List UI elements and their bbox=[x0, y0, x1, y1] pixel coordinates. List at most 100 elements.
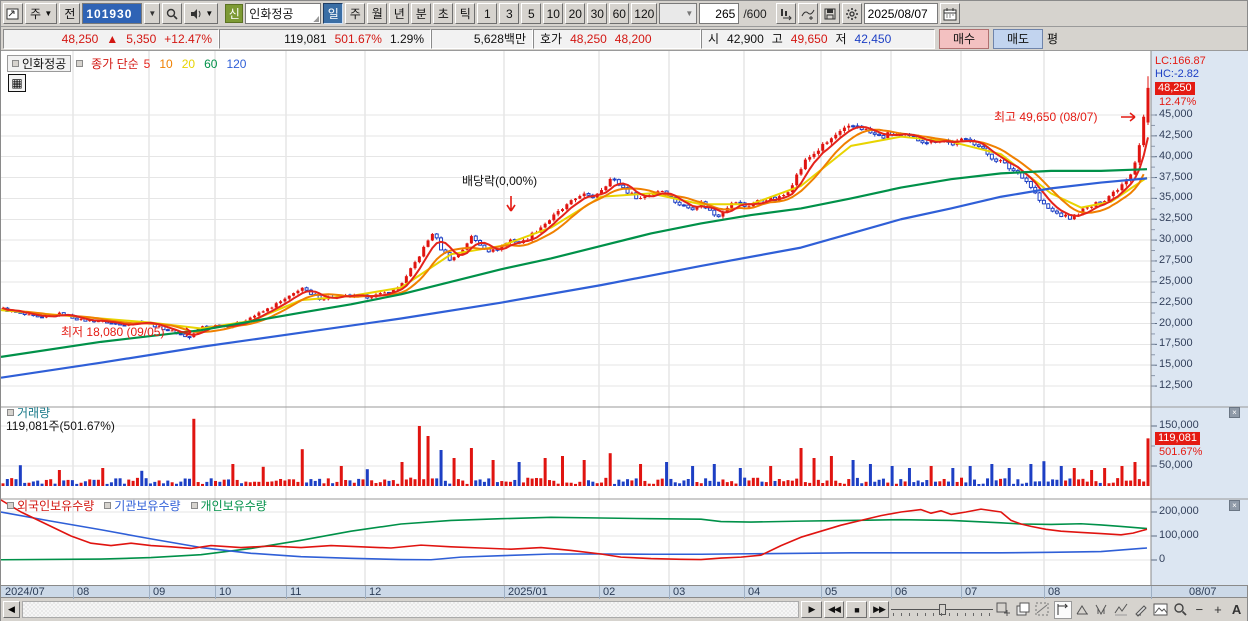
magnifier-icon[interactable] bbox=[1171, 601, 1189, 619]
axis-tick-label: 22,500 bbox=[1159, 295, 1193, 308]
holdings-legend-item[interactable]: 외국인보유수량 bbox=[7, 497, 94, 514]
minute-button[interactable]: 10 bbox=[543, 3, 564, 24]
stock-code-input[interactable]: 101930 bbox=[82, 3, 143, 24]
axis-tick-label: 150,000 bbox=[1159, 419, 1199, 431]
volume-cell: 119,081 501.67% 1.29% bbox=[219, 28, 431, 49]
font-size-button[interactable]: A bbox=[1228, 602, 1245, 617]
stop-button[interactable]: ■ bbox=[846, 601, 867, 618]
price-cell: 48,250 ▲ 5,350 +12.47% bbox=[3, 28, 219, 49]
turnover-ratio: 1.29% bbox=[389, 31, 424, 46]
minute-button[interactable]: 1 bbox=[477, 3, 498, 24]
zoom-in-button[interactable]: + bbox=[1210, 602, 1227, 617]
play-button[interactable]: ▶ bbox=[801, 601, 822, 618]
lc-value: LC:166.87 bbox=[1155, 55, 1206, 67]
ma-legend-item[interactable]: 120 bbox=[226, 57, 246, 71]
stock-name-field[interactable]: 인화정공 bbox=[245, 3, 322, 24]
bar-count-input[interactable]: 265 bbox=[699, 3, 740, 24]
holdings-pane-titles: 외국인보유수량 기관보유수량 개인보유수량 bbox=[7, 497, 267, 514]
ma-legend-item[interactable]: 5 bbox=[144, 57, 151, 71]
minute-button[interactable]: 20 bbox=[565, 3, 586, 24]
pen-tool-icon[interactable] bbox=[1132, 601, 1150, 619]
add-trendline-icon[interactable] bbox=[797, 3, 818, 24]
minute-button[interactable]: 3 bbox=[499, 3, 520, 24]
chart-legend: 인화정공 종가 단순 5 10 20 60 120 bbox=[7, 55, 246, 72]
holdings-legend-item[interactable]: 기관보유수량 bbox=[104, 497, 181, 514]
hc-value: HC:-2.82 bbox=[1155, 68, 1200, 80]
minute-button[interactable]: 120 bbox=[631, 3, 658, 24]
svg-text:최고 49,650 (08/07): 최고 49,650 (08/07) bbox=[994, 110, 1097, 124]
axis-tick-label: 20,000 bbox=[1159, 316, 1193, 329]
price-change: 5,350 bbox=[126, 31, 157, 46]
buy-button[interactable]: 매수 bbox=[939, 28, 989, 49]
volume-value: 119,081 bbox=[284, 31, 327, 46]
holdings-legend-item[interactable]: 개인보유수량 bbox=[190, 497, 267, 514]
date-tick-label: 02 bbox=[603, 586, 616, 598]
close-pane-icon[interactable]: × bbox=[1229, 407, 1240, 418]
date-tick-label: 08 bbox=[77, 586, 90, 598]
pop-out-icon[interactable] bbox=[3, 3, 23, 24]
copy-window-icon[interactable] bbox=[1015, 601, 1033, 619]
interval-combo[interactable]: ▼ bbox=[659, 3, 698, 24]
period-button[interactable]: 초 bbox=[433, 3, 454, 24]
minute-button[interactable]: 30 bbox=[587, 3, 608, 24]
rewind-button[interactable]: ◀◀ bbox=[823, 601, 845, 618]
grid-toggle-icon[interactable]: ▦ bbox=[8, 74, 26, 92]
period-button[interactable]: 분 bbox=[411, 3, 432, 24]
calendar-icon[interactable] bbox=[939, 3, 960, 24]
code-dropdown-icon[interactable]: ▼ bbox=[144, 3, 161, 24]
trend-down-tool-icon[interactable] bbox=[1093, 601, 1111, 619]
date-tick-label: 2025/01 bbox=[508, 586, 548, 598]
ma-legend-item[interactable]: 60 bbox=[204, 57, 217, 71]
date-input[interactable]: 2025/08/07 bbox=[863, 3, 938, 24]
stock-type-combo[interactable]: 주 ▼ bbox=[25, 3, 58, 24]
pattern-select-icon[interactable] bbox=[1034, 601, 1052, 619]
zoom-out-button[interactable]: − bbox=[1191, 602, 1208, 617]
chart-window: 주 ▼ 전 101930 ▼ ▼ 신 인화정공 일주월년분초틱 1 3 5 10 20 3… bbox=[0, 0, 1248, 621]
high-price: 49,650 bbox=[790, 31, 828, 46]
zoom-slider[interactable] bbox=[891, 601, 994, 618]
prev-stock-button[interactable]: 전 bbox=[59, 3, 81, 24]
ma-title: 종가 단순 bbox=[91, 57, 139, 71]
add-window-icon[interactable] bbox=[995, 601, 1013, 619]
period-button[interactable]: 일 bbox=[323, 3, 344, 24]
axis-tick-label: 100,000 bbox=[1159, 529, 1199, 541]
wave-tool-icon[interactable] bbox=[1113, 601, 1131, 619]
save-icon[interactable] bbox=[819, 3, 840, 24]
axis-tick-label: 40,000 bbox=[1159, 149, 1193, 162]
date-tick-label: 09 bbox=[153, 586, 166, 598]
minute-button[interactable]: 60 bbox=[609, 3, 630, 24]
period-button[interactable]: 월 bbox=[367, 3, 388, 24]
legend-stock-name[interactable]: 인화정공 bbox=[7, 55, 72, 72]
minute-button[interactable]: 5 bbox=[521, 3, 542, 24]
chart-image-icon[interactable] bbox=[1152, 601, 1170, 619]
period-button[interactable]: 틱 bbox=[455, 3, 476, 24]
date-tick-label: 03 bbox=[673, 586, 686, 598]
forward-button[interactable]: ▶▶ bbox=[868, 601, 890, 618]
search-icon[interactable] bbox=[162, 3, 183, 24]
bar-total-label: /600 bbox=[743, 6, 767, 21]
crosshair-tool-icon[interactable] bbox=[1053, 600, 1072, 619]
axis-tick-label: 42,500 bbox=[1159, 128, 1193, 141]
avg-label: 평 bbox=[1047, 32, 1059, 46]
date-tick-label: 10 bbox=[219, 586, 232, 598]
chart-scrollbar[interactable] bbox=[21, 601, 800, 618]
axis-tick-label: 15,000 bbox=[1159, 358, 1193, 371]
close-pane-icon[interactable]: × bbox=[1229, 500, 1240, 511]
date-tick-label: 05 bbox=[825, 586, 838, 598]
value-cell: 5,628백만 bbox=[431, 28, 533, 49]
period-button[interactable]: 년 bbox=[389, 3, 410, 24]
sound-icon[interactable]: ▼ bbox=[184, 3, 219, 24]
ma-legend-item[interactable]: 20 bbox=[182, 57, 195, 71]
open-label: 시 bbox=[708, 32, 720, 46]
minute-buttons: 1 3 5 10 20 30 60 120 bbox=[477, 3, 658, 24]
date-tick-label: 2024/07 bbox=[5, 586, 45, 598]
settings-gear-icon[interactable] bbox=[841, 3, 862, 24]
last-date-label: 08/07 bbox=[1189, 586, 1217, 598]
current-price: 48,250 bbox=[61, 31, 99, 46]
period-button[interactable]: 주 bbox=[345, 3, 366, 24]
scroll-left-icon[interactable]: ◀ bbox=[3, 601, 20, 618]
add-indicator-icon[interactable] bbox=[775, 3, 796, 24]
ma-legend-item[interactable]: 10 bbox=[159, 57, 172, 71]
sell-button[interactable]: 매도 bbox=[993, 28, 1043, 49]
trend-up-tool-icon[interactable] bbox=[1074, 601, 1092, 619]
